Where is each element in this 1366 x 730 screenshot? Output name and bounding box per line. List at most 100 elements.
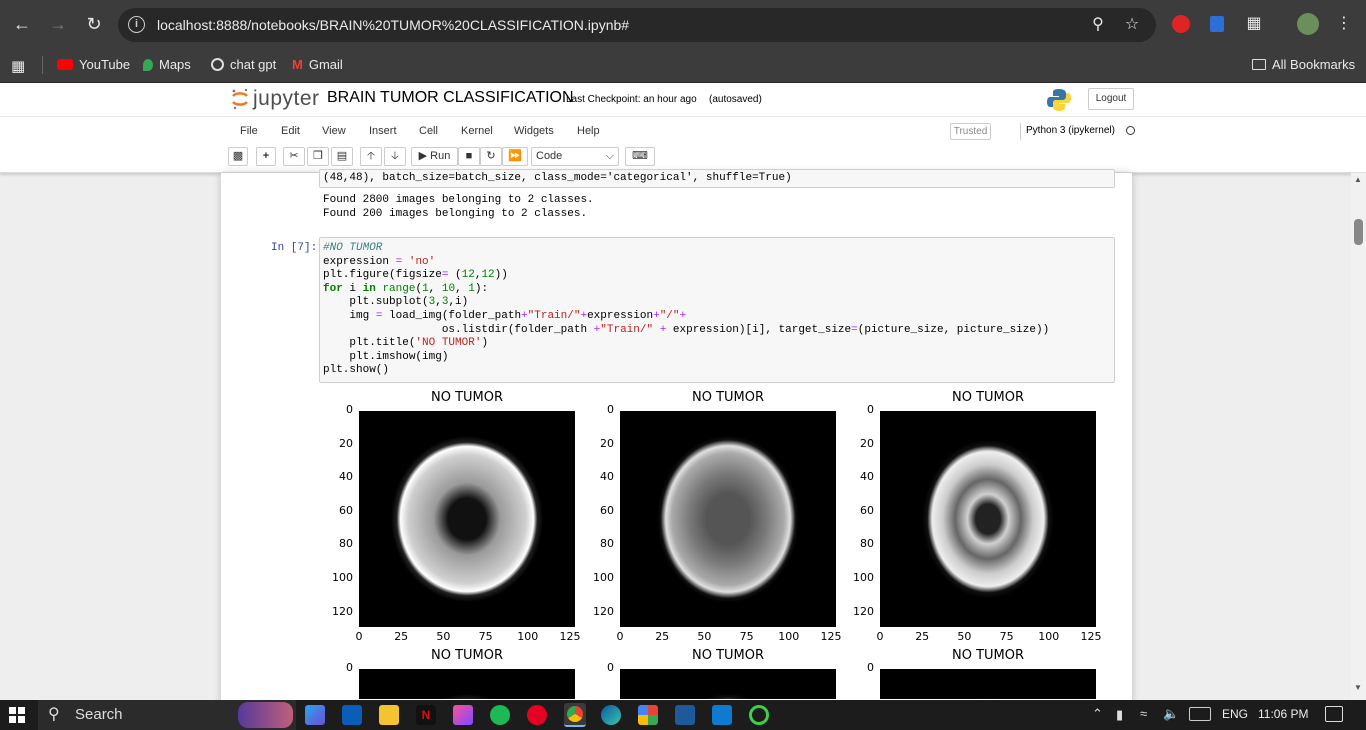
kernel-name[interactable]: Python 3 (ipykernel) — [1026, 125, 1115, 136]
volume-icon[interactable]: 🔈 — [1163, 706, 1179, 722]
notebook-page: jupyter BRAIN TUMOR CLASSIFICATION Last … — [0, 83, 1366, 700]
y-tick-label: 120 — [853, 604, 874, 618]
menu-widgets[interactable]: Widgets — [514, 125, 554, 137]
restart-icon[interactable]: ↻ — [480, 147, 502, 166]
jupyter-logo-icon[interactable] — [231, 88, 249, 110]
scrollbar-thumb[interactable] — [1354, 219, 1363, 245]
subplot-title: NO TUMOR — [691, 648, 765, 663]
profile-avatar[interactable] — [1297, 13, 1319, 35]
cut-icon[interactable]: ✂ — [283, 147, 305, 166]
page-scrollbar[interactable]: ▲ ▼ — [1351, 173, 1366, 700]
y-tick-label: 100 — [332, 571, 353, 584]
keyboard-shortcuts-icon[interactable]: ⌨ — [625, 147, 655, 166]
cell-type-select[interactable]: Code ⌵ — [531, 147, 619, 166]
reload-icon[interactable]: ↻ — [82, 12, 106, 36]
windows-start-icon[interactable] — [9, 707, 25, 723]
menu-file[interactable]: File — [240, 125, 258, 137]
menu-edit[interactable]: Edit — [281, 125, 300, 137]
bookmark-gmail[interactable]: M Gmail — [292, 57, 343, 72]
language-indicator[interactable]: ENG — [1222, 707, 1248, 721]
save-icon[interactable]: ▩ — [228, 147, 248, 166]
x-tick-label: 0 — [355, 630, 363, 643]
run-icon: ▶ — [418, 150, 428, 162]
copilot-icon[interactable] — [305, 705, 325, 725]
menu-cell[interactable]: Cell — [419, 125, 438, 137]
paste-icon[interactable]: ▤ — [331, 147, 353, 166]
battery-icon[interactable]: ▮ — [1116, 707, 1123, 723]
taskbar-search[interactable]: ⚲ Search — [38, 700, 296, 730]
x-tick-label: 25 — [394, 630, 409, 643]
menu-view[interactable]: View — [322, 125, 346, 137]
move-down-icon[interactable]: 🡣 — [384, 147, 406, 166]
y-tick-label: 40 — [339, 470, 353, 484]
clock[interactable]: 11:06 PM — [1258, 707, 1308, 721]
folder-icon — [1252, 59, 1266, 70]
subplot-title: NO TUMOR — [951, 648, 1025, 663]
bookmark-star-icon[interactable]: ☆ — [1122, 15, 1142, 35]
y-tick-label: 0 — [607, 403, 614, 416]
autosave-status: (autosaved) — [709, 94, 762, 105]
back-icon[interactable]: ← — [10, 12, 34, 36]
mri-scan-image — [880, 669, 1096, 699]
site-info-icon[interactable]: i — [128, 16, 145, 33]
mri-scan-image — [359, 669, 575, 699]
y-tick-label: 80 — [860, 537, 874, 551]
move-up-icon[interactable]: 🡡 — [360, 147, 382, 166]
menu-insert[interactable]: Insert — [369, 125, 397, 137]
app-icon[interactable] — [675, 705, 695, 725]
keyboard-icon[interactable] — [1189, 707, 1211, 721]
kernel-divider — [1020, 123, 1021, 140]
stop-icon[interactable]: ■ — [458, 147, 480, 166]
notebook-title[interactable]: BRAIN TUMOR CLASSIFICATION — [327, 89, 574, 107]
x-tick-label: 100 — [1038, 630, 1060, 643]
wifi-icon[interactable]: ≈ — [1140, 706, 1147, 721]
bookmark-maps[interactable]: Maps — [143, 57, 191, 72]
pinterest-icon[interactable] — [527, 705, 547, 725]
forward-icon[interactable]: → — [46, 12, 70, 36]
menu-help[interactable]: Help — [577, 125, 600, 137]
zoom-icon[interactable]: ⚲ — [1088, 15, 1108, 35]
figma-icon[interactable] — [453, 705, 473, 725]
y-tick-label: 0 — [346, 403, 353, 416]
jupyter-logo-text[interactable]: jupyter — [253, 87, 320, 111]
bookmark-chatgpt[interactable]: chat gpt — [211, 57, 276, 72]
extension-doc-icon[interactable] — [1210, 16, 1224, 32]
mri-scan-image — [880, 411, 1096, 627]
tray-chevron-icon[interactable]: ⌃ — [1092, 706, 1103, 722]
vscode-icon[interactable] — [712, 705, 732, 725]
notifications-icon[interactable] — [1325, 706, 1343, 722]
x-tick-label: 100 — [778, 630, 800, 643]
browser-toolbar: ← → ↻ i localhost:8888/notebooks/BRAIN%2… — [0, 0, 1366, 48]
logout-button[interactable]: Logout — [1088, 88, 1134, 110]
file-explorer-icon[interactable] — [379, 705, 399, 725]
photos-icon[interactable] — [638, 705, 658, 725]
refresh-app-icon[interactable] — [749, 705, 769, 725]
kernel-idle-icon — [1126, 126, 1135, 135]
extensions-puzzle-icon[interactable]: ▦ — [1244, 14, 1264, 34]
spotify-icon[interactable] — [490, 705, 510, 725]
address-bar[interactable]: i localhost:8888/notebooks/BRAIN%20TUMOR… — [118, 8, 1156, 42]
browser-menu-icon[interactable]: ⋮ — [1334, 14, 1354, 34]
run-button[interactable]: ▶ Run — [411, 147, 458, 166]
chatgpt-icon — [211, 58, 224, 71]
netflix-icon[interactable]: N — [416, 705, 436, 725]
edge-icon[interactable] — [601, 705, 621, 725]
all-bookmarks[interactable]: All Bookmarks — [1252, 57, 1355, 72]
bookmark-youtube[interactable]: YouTube — [57, 57, 130, 72]
copy-icon[interactable]: ❐ — [307, 147, 329, 166]
scroll-up-icon[interactable]: ▲ — [1354, 175, 1362, 184]
chrome-taskbar-icon[interactable] — [564, 703, 586, 727]
menu-kernel[interactable]: Kernel — [461, 125, 493, 137]
scroll-down-icon[interactable]: ▼ — [1354, 683, 1362, 692]
add-cell-icon[interactable]: + — [256, 147, 276, 166]
x-tick-label: 75 — [999, 630, 1014, 643]
subplot-title: NO TUMOR — [691, 390, 765, 405]
extension-red-icon[interactable] — [1172, 15, 1190, 33]
apps-grid-icon[interactable]: ▦ — [11, 57, 25, 75]
outlook-icon[interactable] — [342, 705, 362, 725]
url-text[interactable]: localhost:8888/notebooks/BRAIN%20TUMOR%2… — [157, 17, 629, 33]
restart-run-all-icon[interactable]: ⏩ — [502, 147, 528, 166]
gmail-icon: M — [292, 57, 303, 72]
youtube-icon — [57, 59, 73, 70]
trusted-badge[interactable]: Trusted — [950, 123, 991, 140]
